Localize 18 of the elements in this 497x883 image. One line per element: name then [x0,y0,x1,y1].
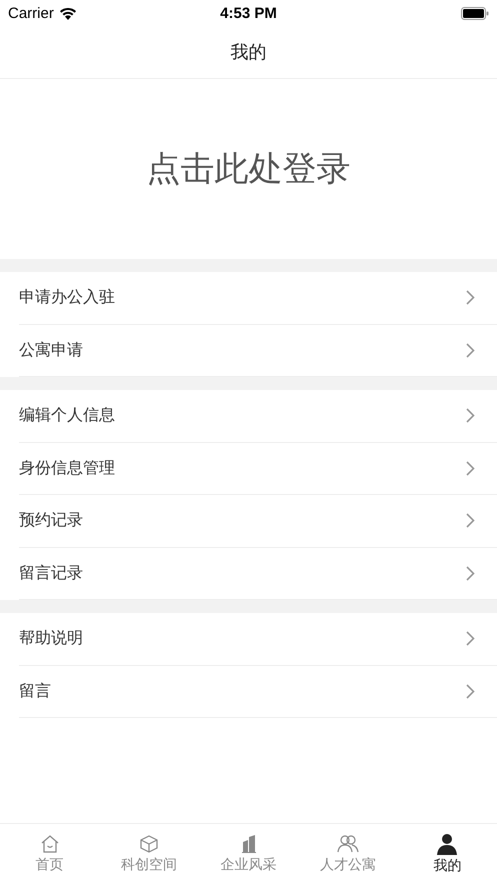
carrier-label: Carrier [8,4,54,22]
login-button[interactable]: 点击此处登录 [146,146,350,192]
people-icon [336,834,359,854]
status-time: 4:53 PM [220,4,277,22]
home-icon [40,834,60,854]
wifi-icon [58,6,77,20]
chevron-icon [466,408,475,424]
battery-icon [461,6,489,20]
chevron-icon [466,290,475,306]
chevron-icon [466,631,475,646]
person-icon [436,832,458,854]
chevron-icon [466,566,475,581]
cube-icon [139,834,160,854]
chevron-icon [466,684,475,699]
chevron-icon [466,460,475,476]
nav-title: 我的 [230,41,266,64]
chevron-icon [466,342,475,358]
chevron-icon [466,513,475,528]
